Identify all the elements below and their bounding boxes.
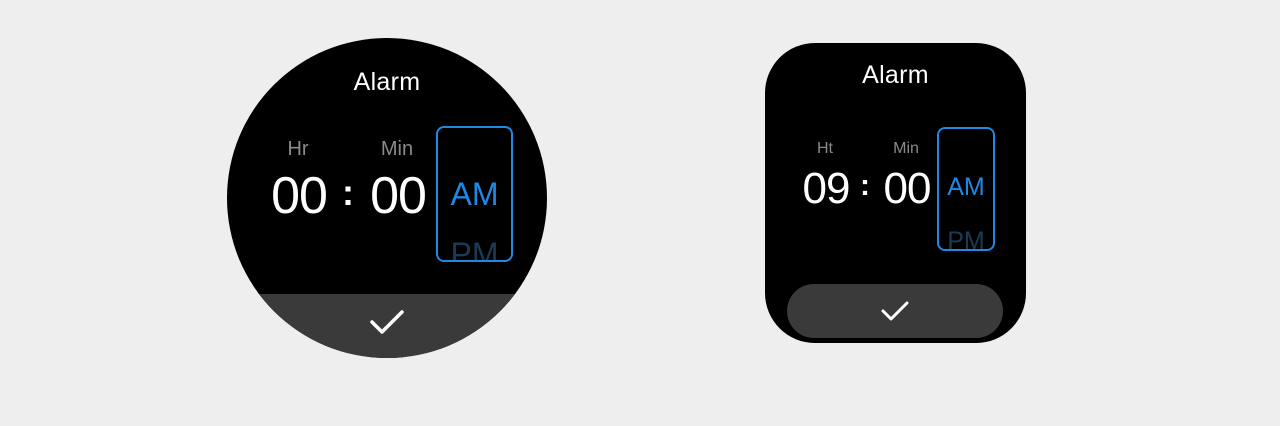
hour-picker[interactable]: 09: [798, 164, 854, 214]
pm-option[interactable]: PM: [438, 236, 511, 260]
am-pm-picker[interactable]: AM PM: [436, 126, 513, 262]
alarm-title: Alarm: [353, 68, 421, 96]
check-icon: [880, 299, 910, 323]
hour-label: Hr: [287, 138, 309, 160]
time-separator: :: [860, 169, 870, 202]
pm-option[interactable]: PM: [939, 227, 993, 249]
check-icon: [369, 308, 405, 336]
hour-picker[interactable]: 00: [265, 166, 333, 226]
am-option[interactable]: AM: [438, 176, 511, 213]
rect-watch-face: Alarm Ht Min 09 : 00 AM PM: [765, 43, 1026, 343]
minute-picker[interactable]: 00: [364, 166, 432, 226]
minute-label: Min: [380, 138, 414, 160]
alarm-title: Alarm: [862, 61, 929, 89]
minute-label: Min: [893, 140, 919, 157]
hour-label: Ht: [817, 140, 833, 157]
confirm-button[interactable]: [227, 294, 547, 358]
minute-picker[interactable]: 00: [879, 164, 935, 214]
am-pm-picker[interactable]: AM PM: [937, 127, 995, 251]
confirm-button[interactable]: [787, 284, 1003, 338]
am-option[interactable]: AM: [939, 173, 993, 202]
time-separator: :: [342, 172, 354, 213]
round-watch-face: Alarm Hr Min 00 : 00 AM PM: [227, 38, 547, 358]
canvas: Alarm Hr Min 00 : 00 AM PM Alarm Ht Min …: [0, 0, 1280, 426]
